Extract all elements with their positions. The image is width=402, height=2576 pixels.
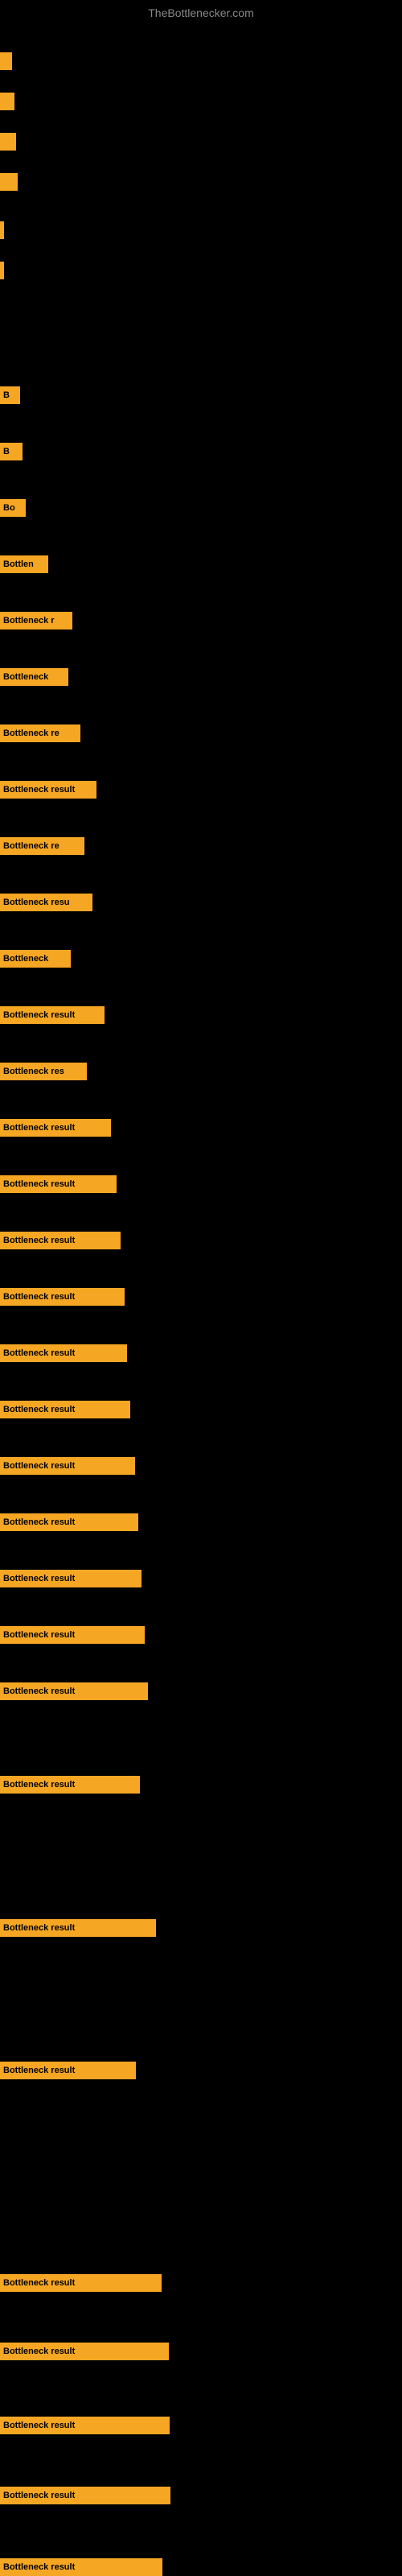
bar-item-10: Bottleneck r (0, 612, 72, 630)
bar-item-15: Bottleneck resu (0, 894, 92, 911)
bar-item-12: Bottleneck re (0, 724, 80, 742)
bar-item-0 (0, 52, 12, 70)
bar-item-5 (0, 262, 4, 279)
bar-item-19: Bottleneck result (0, 1119, 111, 1137)
bar-item-33: Bottleneck result (0, 2274, 162, 2292)
bar-item-17: Bottleneck result (0, 1006, 105, 1024)
bar-item-4 (0, 221, 4, 239)
bar-item-26: Bottleneck result (0, 1513, 138, 1531)
bar-item-3 (0, 173, 18, 191)
bar-item-7: B (0, 443, 23, 460)
bar-item-23: Bottleneck result (0, 1344, 127, 1362)
bar-item-2 (0, 133, 16, 151)
bar-item-25: Bottleneck result (0, 1457, 135, 1475)
bar-item-8: Bo (0, 499, 26, 517)
bar-item-34: Bottleneck result (0, 2343, 169, 2360)
bar-item-32: Bottleneck result (0, 2062, 136, 2079)
bar-item-28: Bottleneck result (0, 1626, 145, 1644)
bar-item-35: Bottleneck result (0, 2417, 170, 2434)
bar-item-30: Bottleneck result (0, 1776, 140, 1794)
bar-item-18: Bottleneck res (0, 1063, 87, 1080)
bar-item-16: Bottleneck (0, 950, 71, 968)
bar-item-36: Bottleneck result (0, 2487, 170, 2504)
bar-item-37: Bottleneck result (0, 2558, 162, 2576)
bar-item-9: Bottlen (0, 555, 48, 573)
bar-item-14: Bottleneck re (0, 837, 84, 855)
bar-item-22: Bottleneck result (0, 1288, 125, 1306)
bar-item-6: B (0, 386, 20, 404)
bar-item-13: Bottleneck result (0, 781, 96, 799)
bar-item-11: Bottleneck (0, 668, 68, 686)
bar-item-31: Bottleneck result (0, 1919, 156, 1937)
bar-item-27: Bottleneck result (0, 1570, 142, 1587)
bar-item-1 (0, 93, 14, 110)
site-title: TheBottlenecker.com (148, 6, 254, 19)
bar-item-29: Bottleneck result (0, 1682, 148, 1700)
bar-item-21: Bottleneck result (0, 1232, 121, 1249)
bar-item-24: Bottleneck result (0, 1401, 130, 1418)
bar-item-20: Bottleneck result (0, 1175, 117, 1193)
